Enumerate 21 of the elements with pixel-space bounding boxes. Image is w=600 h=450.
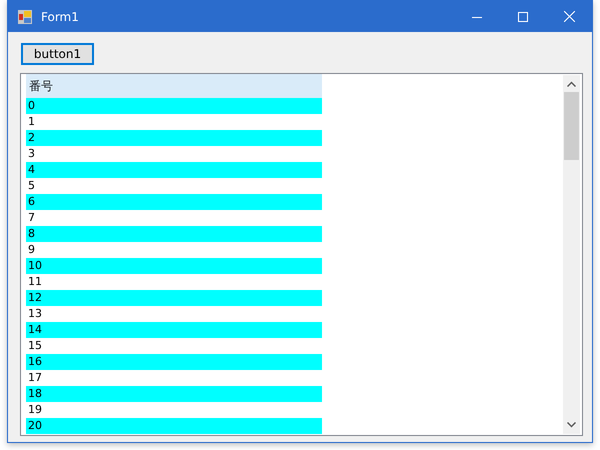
list-row[interactable]: 10 bbox=[26, 258, 322, 274]
list-row[interactable]: 8 bbox=[26, 226, 322, 242]
scroll-down-icon[interactable] bbox=[567, 422, 576, 428]
scroll-thumb[interactable] bbox=[564, 92, 579, 160]
button[interactable]: button1 bbox=[21, 43, 94, 65]
window-title: Form1 bbox=[41, 8, 79, 26]
scrollbar[interactable] bbox=[563, 75, 580, 434]
list-row[interactable]: 2 bbox=[26, 130, 322, 146]
close-icon[interactable] bbox=[564, 11, 574, 22]
scroll-up-icon[interactable] bbox=[567, 81, 576, 87]
list-row[interactable]: 14 bbox=[26, 322, 322, 338]
list-row[interactable]: 0 bbox=[26, 98, 322, 114]
column-header[interactable]: 番号 bbox=[26, 74, 322, 98]
list-row[interactable]: 18 bbox=[26, 386, 322, 402]
list-row[interactable]: 6 bbox=[26, 194, 322, 210]
app-icon bbox=[17, 8, 33, 24]
list-row[interactable]: 12 bbox=[26, 290, 322, 306]
list-row[interactable]: 16 bbox=[26, 354, 322, 370]
list-row[interactable]: 20 bbox=[26, 418, 322, 434]
list-row[interactable]: 4 bbox=[26, 162, 322, 178]
maximize-icon[interactable] bbox=[518, 12, 528, 22]
